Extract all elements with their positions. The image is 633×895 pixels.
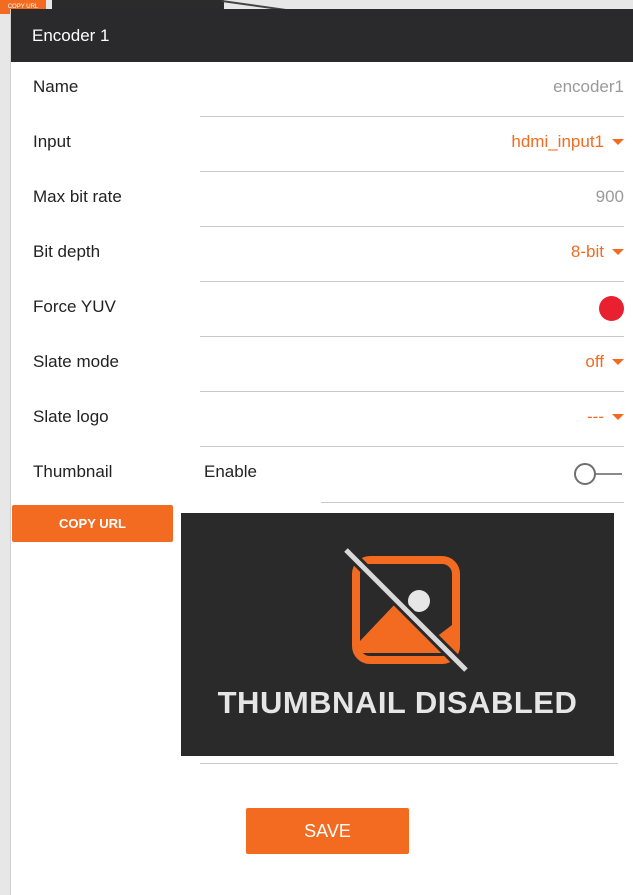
force-yuv-toggle[interactable] xyxy=(599,296,624,321)
max-bit-rate-label: Max bit rate xyxy=(33,187,122,206)
copy-url-button[interactable]: COPY URL xyxy=(12,505,173,542)
slate-mode-select-value[interactable]: off xyxy=(585,352,604,371)
input-select-value-wrap[interactable]: hdmi_input1 xyxy=(511,132,624,152)
input-select-value[interactable]: hdmi_input1 xyxy=(511,132,604,151)
slate-mode-label: Slate mode xyxy=(33,352,119,371)
toggle-track xyxy=(594,473,622,475)
bit-depth-row: Bit depth 8-bit xyxy=(11,227,633,282)
slate-logo-select-value-wrap[interactable]: --- xyxy=(587,407,624,427)
thumbnail-label: Thumbnail xyxy=(33,462,113,481)
slate-mode-row: Slate mode off xyxy=(11,337,633,392)
bit-depth-select-value[interactable]: 8-bit xyxy=(571,242,604,261)
toggle-knob[interactable] xyxy=(574,463,596,485)
bit-depth-select-value-wrap[interactable]: 8-bit xyxy=(571,242,624,262)
bit-depth-select[interactable]: 8-bit xyxy=(200,227,624,282)
max-bit-rate-field[interactable]: 900 xyxy=(200,172,624,227)
chevron-down-icon[interactable] xyxy=(612,358,624,365)
force-yuv-row: Force YUV xyxy=(11,282,633,337)
dialog-header: Encoder 1 xyxy=(11,9,633,62)
thumbnail-row: Thumbnail Enable xyxy=(11,447,633,503)
force-yuv-field xyxy=(200,282,624,337)
save-button[interactable]: SAVE xyxy=(246,808,409,854)
thumbnail-disabled-message: THUMBNAIL DISABLED xyxy=(217,685,578,720)
encoder-settings-dialog: Encoder 1 Name encoder1 Input hdmi_input… xyxy=(10,9,633,895)
name-value[interactable]: encoder1 xyxy=(553,77,624,97)
input-row: Input hdmi_input1 xyxy=(11,117,633,172)
chevron-down-icon[interactable] xyxy=(612,413,624,420)
slate-mode-select[interactable]: off xyxy=(200,337,624,392)
image-disabled-icon xyxy=(342,546,470,674)
slate-mode-select-value-wrap[interactable]: off xyxy=(585,352,624,372)
name-row: Name encoder1 xyxy=(11,62,633,117)
slate-logo-select-value[interactable]: --- xyxy=(587,407,604,426)
bit-depth-label: Bit depth xyxy=(33,242,101,261)
chevron-down-icon[interactable] xyxy=(612,248,624,255)
slate-logo-label: Slate logo xyxy=(33,407,109,426)
slate-logo-select[interactable]: --- xyxy=(200,392,624,447)
chevron-down-icon[interactable] xyxy=(612,138,624,145)
input-label: Input xyxy=(33,132,71,151)
input-select[interactable]: hdmi_input1 xyxy=(200,117,624,172)
name-field[interactable]: encoder1 xyxy=(200,62,624,117)
name-label: Name xyxy=(33,77,79,96)
thumbnail-underline xyxy=(321,502,624,503)
dialog-title: Encoder 1 xyxy=(32,25,110,45)
slate-logo-row: Slate logo --- xyxy=(11,392,633,447)
thumbnail-enable-label: Enable xyxy=(204,462,257,481)
max-bit-rate-value[interactable]: 900 xyxy=(596,187,624,207)
thumbnail-enable-toggle[interactable] xyxy=(574,462,622,486)
thumbnail-preview: THUMBNAIL DISABLED xyxy=(181,513,614,756)
force-yuv-label: Force YUV xyxy=(33,297,116,316)
thumbnail-divider xyxy=(200,763,618,764)
max-bit-rate-row: Max bit rate 900 xyxy=(11,172,633,227)
